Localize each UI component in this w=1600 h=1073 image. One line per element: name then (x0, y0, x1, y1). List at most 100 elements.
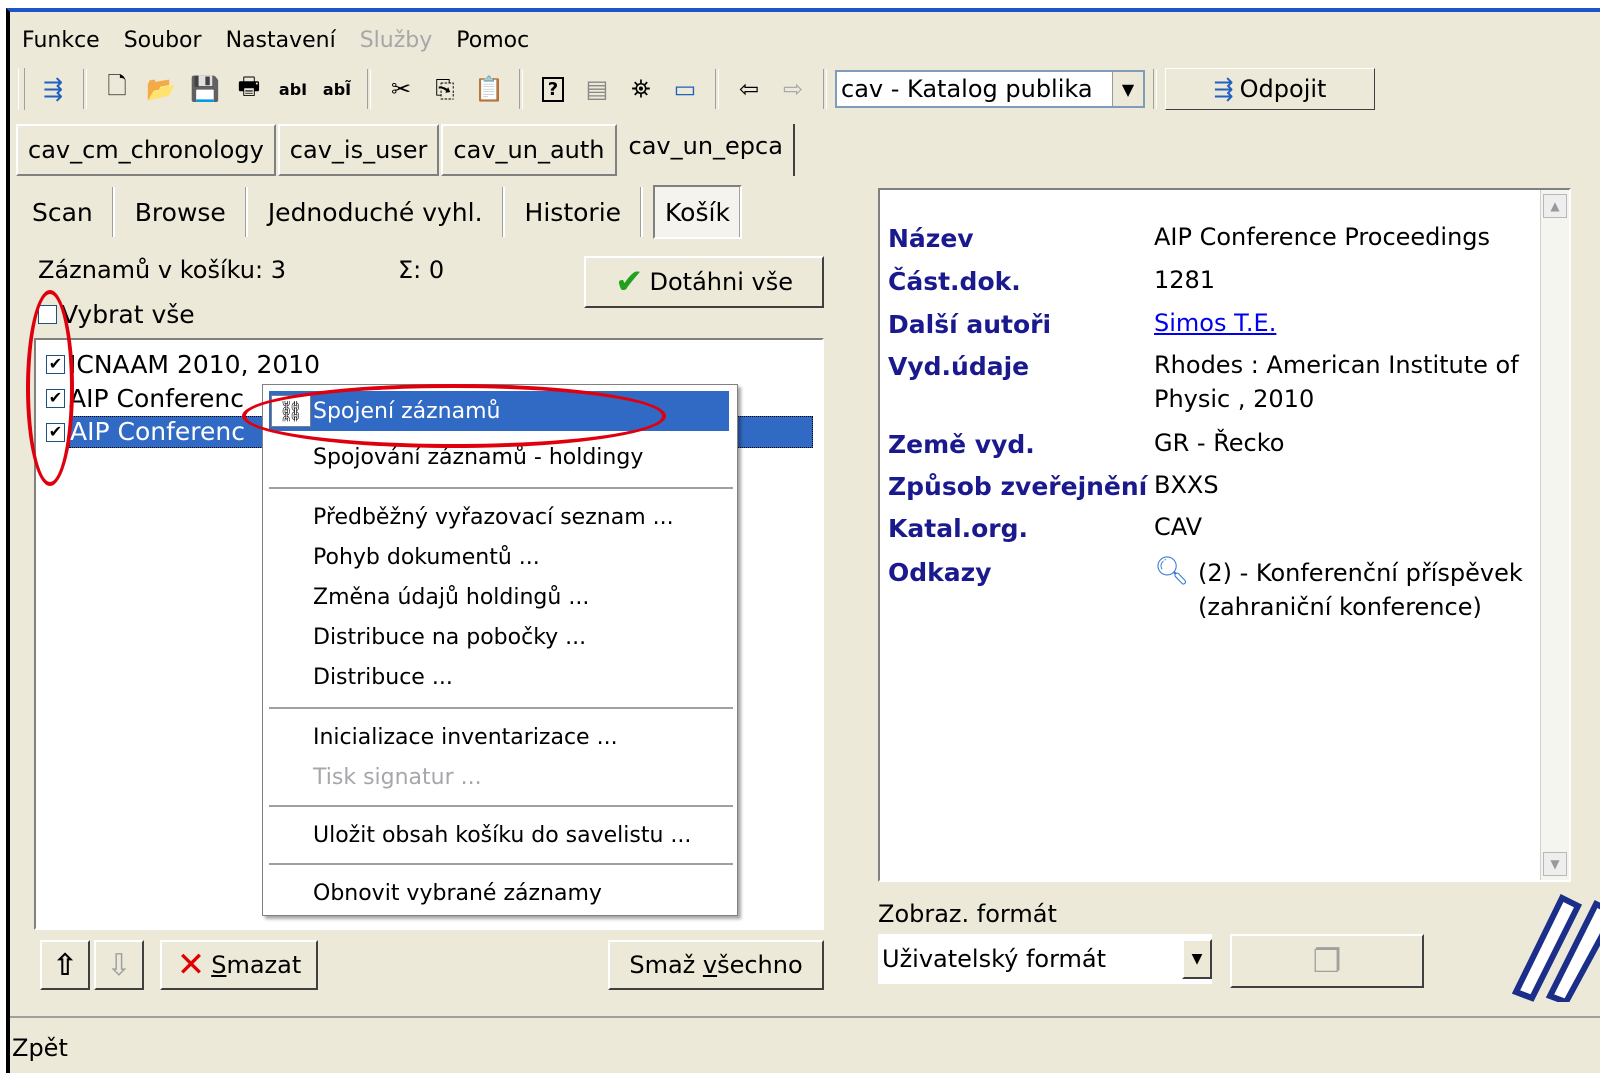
menu-sluzby: Služby (359, 27, 433, 53)
arrow-up-icon: ⇧ (52, 947, 78, 983)
paste-icon[interactable]: 📋 (469, 69, 509, 109)
move-up-button[interactable]: ⇧ (40, 940, 90, 990)
copy-icon[interactable]: ⎘ (425, 69, 465, 109)
list-item[interactable]: ✔ ICNAAM 2010, 2010 (46, 348, 320, 380)
author-link[interactable]: Simos T.E. (1154, 306, 1544, 340)
cascade-window-icon: ❐ (1312, 942, 1342, 980)
fetch-all-button[interactable]: ✔ Dotáhni vše (584, 256, 824, 308)
arrow-down-icon: ⇩ (106, 947, 132, 983)
delete-button[interactable]: ✕ Smazat (160, 940, 318, 990)
toolbar-separator (823, 69, 827, 109)
ab-edit2-icon[interactable]: abĨ (317, 69, 357, 109)
context-item-save-to-savelist[interactable]: Uložit obsah košíku do savelistu ... (313, 823, 691, 848)
menu-pomoc[interactable]: Pomoc (444, 28, 541, 53)
scroll-up-icon[interactable]: ▲ (1543, 194, 1567, 218)
toolbar-separator (715, 69, 719, 109)
format-window-button: ❐ (1230, 934, 1424, 988)
chevron-down-icon[interactable]: ▼ (1112, 72, 1143, 106)
document-icon[interactable]: ▤ (577, 69, 617, 109)
context-item-branch-distribution[interactable]: Distribuce na pobočky ... (313, 625, 586, 650)
delete-label: mazat (226, 951, 302, 979)
menu-separator (269, 487, 733, 489)
fetch-all-label: Dotáhni vše (649, 268, 793, 296)
application-window: Funkce Soubor Nastavení Služby Pomoc ⇶ 🗋… (6, 8, 1600, 1073)
forward-arrow-icon: ⇨ (782, 75, 804, 103)
context-item-print-signatures: Tisk signatur ... (313, 765, 482, 790)
tab-simple-search[interactable]: Jednoduché vyhl. (248, 187, 505, 237)
database-tabs: cav_cm_chronology cav_is_user cav_un_aut… (16, 124, 797, 176)
context-item-init-inventory[interactable]: Inicializace inventarizace ... (313, 725, 618, 750)
tab-basket[interactable]: Košík (653, 185, 742, 239)
search-tabs: Scan Browse Jednoduché vyhl. Historie Ko… (32, 184, 742, 240)
database-select[interactable]: cav - Katalog publika ▼ (835, 70, 1145, 108)
field-label: Odkazy (888, 558, 992, 587)
format-select-value: Uživatelský formát (882, 945, 1107, 973)
connect-icon: ⇶ (1213, 75, 1234, 103)
toolbar-separator (1153, 69, 1157, 109)
vertical-scrollbar[interactable]: ▲ ▼ (1540, 190, 1569, 880)
field-label: Název (888, 224, 974, 253)
field-value: GR - Řecko (1154, 429, 1285, 457)
format-label: Zobraz. formát (878, 900, 1057, 928)
disconnect-button[interactable]: ⇶ Odpojit (1165, 68, 1375, 110)
tab-cav-is-user[interactable]: cav_is_user (277, 124, 440, 176)
move-down-button: ⇩ (94, 940, 144, 990)
magnifier-icon[interactable]: 🔍︎ (1154, 556, 1190, 586)
checkmark-icon: ✔ (615, 262, 644, 302)
basket-sigma: Σ: 0 (398, 256, 445, 284)
ab-edit-icon[interactable]: abI (273, 69, 313, 109)
context-item-refresh-selected[interactable]: Obnovit vybrané záznamy (313, 881, 602, 906)
connect-icon[interactable]: ⇶ (33, 69, 73, 109)
database-select-value: cav - Katalog publika (841, 75, 1093, 103)
cut-icon[interactable]: ✂ (381, 69, 421, 109)
back-arrow-icon[interactable]: ⇦ (729, 69, 769, 109)
delete-all-label: Smaž (629, 951, 703, 979)
toolbar-separator (519, 69, 523, 109)
binoculars-icon[interactable]: ⛯ (621, 69, 661, 109)
field-label: Část.dok. (888, 267, 1021, 296)
field-value: CAV (1154, 513, 1203, 541)
new-doc-icon[interactable]: 🗋 (97, 69, 137, 109)
disconnect-label: Odpojit (1239, 75, 1327, 103)
delete-all-button[interactable]: Smaž v šechno (608, 940, 824, 990)
references-value[interactable]: 🔍︎ (2) - Konferenční příspěvek (zahranič… (1154, 556, 1544, 622)
logo (1511, 893, 1600, 1002)
delete-all-accel: v (702, 951, 718, 979)
help-icon[interactable]: ? (533, 69, 573, 109)
tab-cav-cm-chronology[interactable]: cav_cm_chronology (16, 124, 276, 176)
field-label: Vyd.údaje (888, 352, 1030, 381)
field-label: Katal.org. (888, 514, 1029, 543)
toolbar: ⇶ 🗋 📂 💾 🖶 abI abĨ ✂ ⎘ 📋 ? ▤ ⛯ ▭ ⇦ ⇨ cav … (10, 60, 1600, 118)
menu-funkce[interactable]: Funkce (10, 28, 112, 53)
tab-scan[interactable]: Scan (32, 187, 115, 237)
open-folder-icon[interactable]: 📂 (141, 69, 181, 109)
toolbar-separator (83, 69, 87, 109)
menu-separator (269, 863, 733, 865)
context-item-join-holdings[interactable]: Spojování záznamů - holdingy (313, 445, 643, 470)
context-item-change-holdings[interactable]: Změna údajů holdingů ... (313, 585, 589, 610)
menu-nastaveni[interactable]: Nastavení (214, 28, 348, 53)
delete-x-icon: ✕ (176, 945, 206, 985)
format-select[interactable]: Uživatelský formát ▼ (878, 934, 1212, 984)
chevron-down-icon[interactable]: ▼ (1182, 939, 1212, 979)
save-icon[interactable]: 💾 (185, 69, 225, 109)
list-item-label: ICNAAM 2010, 2010 (69, 349, 321, 379)
field-value: 1281 (1154, 266, 1216, 294)
toolbar-grip[interactable] (18, 68, 25, 110)
context-item-distribution[interactable]: Distribuce ... (313, 665, 453, 690)
menu-soubor[interactable]: Soubor (112, 28, 214, 53)
print-icon[interactable]: 🖶 (229, 69, 269, 109)
list-item[interactable]: ✔ AIP Conferenc (46, 382, 244, 414)
tab-history[interactable]: Historie (505, 187, 644, 237)
field-label: Země vyd. (888, 430, 1035, 459)
scroll-down-icon[interactable]: ▼ (1543, 852, 1567, 876)
tab-cav-un-auth[interactable]: cav_un_auth (441, 124, 617, 176)
context-item-discard-list[interactable]: Předběžný vyřazovací seznam ... (313, 505, 674, 530)
annotation-oval-checkboxes (26, 290, 74, 486)
tab-browse[interactable]: Browse (115, 187, 248, 237)
annotation-oval-join-records (242, 384, 666, 448)
context-item-document-movement[interactable]: Pohyb dokumentů ... (313, 545, 540, 570)
list-item-label: AIP Conferenc (69, 383, 244, 413)
window-icon[interactable]: ▭ (665, 69, 705, 109)
tab-cav-un-epca[interactable]: cav_un_epca (618, 124, 795, 176)
